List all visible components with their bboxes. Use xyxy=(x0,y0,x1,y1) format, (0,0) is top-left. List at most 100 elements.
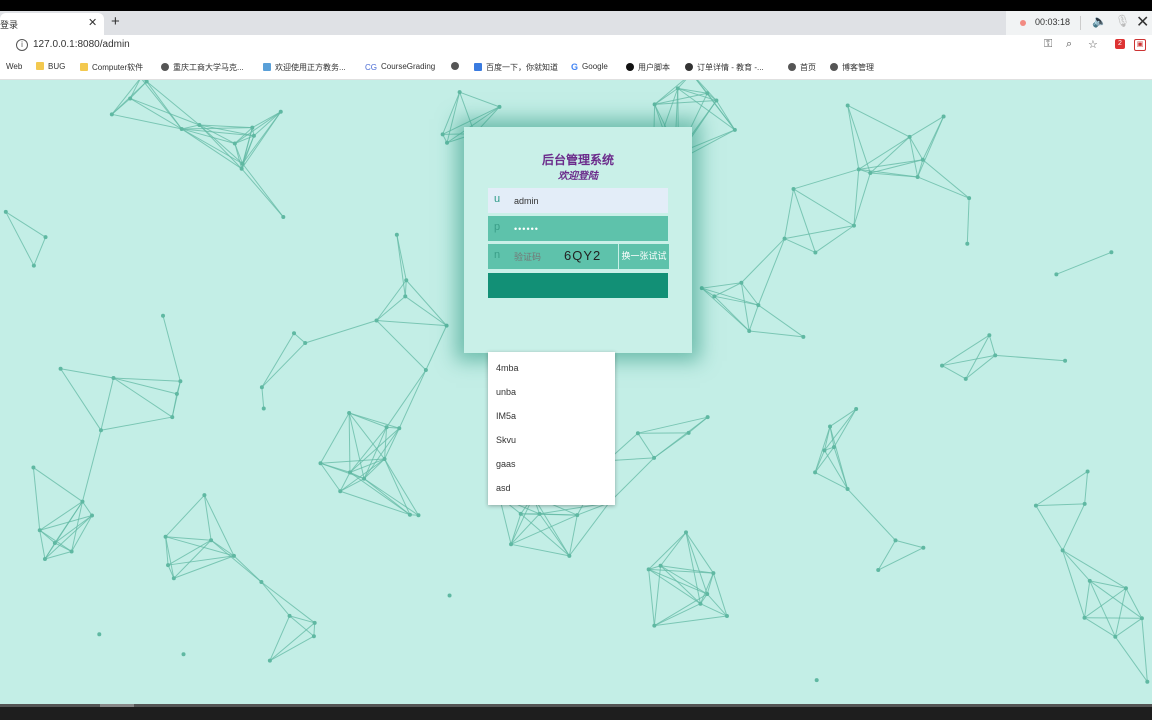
tab-strip: 登录 ✕ + 00:03:18 🔈 🎙 ✕ xyxy=(0,11,1152,35)
bookmark-ctbu[interactable]: 重庆工商大学马克... xyxy=(161,62,244,73)
network-line xyxy=(784,188,795,239)
extension-badge-icon[interactable]: 2 xyxy=(1115,39,1125,49)
captcha-image[interactable]: 6QY2 xyxy=(564,248,601,263)
bookmark-web[interactable]: Web xyxy=(6,62,22,71)
microphone-icon[interactable]: 🎙 xyxy=(1115,14,1130,28)
network-node xyxy=(240,161,245,166)
network-node xyxy=(1113,634,1118,639)
captcha-refresh-button[interactable]: 换一张试试 xyxy=(618,244,669,269)
network-line xyxy=(376,320,427,371)
network-line xyxy=(648,532,687,570)
star-icon[interactable]: ☆ xyxy=(1088,38,1098,51)
network-line xyxy=(922,159,970,199)
network-line xyxy=(363,427,388,479)
network-line xyxy=(712,572,728,617)
network-line xyxy=(260,581,290,617)
bookmark-order[interactable]: 订单详情 - 教育 -... xyxy=(685,62,764,73)
network-node xyxy=(967,196,972,201)
network-node xyxy=(287,613,292,618)
globe-icon xyxy=(788,63,796,71)
progress-thumb[interactable] xyxy=(100,704,134,707)
close-icon[interactable]: ✕ xyxy=(1136,12,1149,32)
autocomplete-item[interactable]: Skvu xyxy=(496,435,516,445)
zoom-icon[interactable]: ⌕ xyxy=(1066,38,1072,51)
network-node xyxy=(278,109,283,114)
bookmark-bug[interactable]: BUG xyxy=(36,62,65,71)
network-line xyxy=(714,295,759,306)
network-line xyxy=(111,98,131,115)
captcha-icon: n xyxy=(494,249,501,261)
record-icon[interactable] xyxy=(1020,20,1026,26)
password-input[interactable] xyxy=(514,216,664,241)
network-node xyxy=(444,323,449,328)
autocomplete-item[interactable]: 4mba xyxy=(496,363,519,373)
network-node xyxy=(756,303,761,308)
bookmark-blog-admin[interactable]: 博客管理 xyxy=(830,62,874,73)
network-node xyxy=(69,549,74,554)
bookmark-computer[interactable]: Computer软件 xyxy=(80,62,143,73)
key-icon[interactable]: ⚿ xyxy=(1044,38,1052,51)
network-node xyxy=(915,174,920,179)
autocomplete-item[interactable]: IM5a xyxy=(496,411,516,421)
info-icon[interactable]: i xyxy=(16,39,28,51)
tab-title: 登录 xyxy=(0,20,19,30)
network-node xyxy=(537,511,542,516)
network-line xyxy=(165,536,175,579)
network-line xyxy=(858,136,910,170)
network-node xyxy=(705,91,710,96)
network-node xyxy=(447,593,452,598)
captcha-field[interactable]: n 6QY2 xyxy=(488,244,618,269)
network-line xyxy=(701,287,759,306)
network-node xyxy=(261,406,266,411)
bookmark-baidu[interactable]: 百度一下，你就知道 xyxy=(474,62,558,73)
bookmark-userscript[interactable]: 用户脚本 xyxy=(626,62,670,73)
network-line xyxy=(242,163,284,218)
username-field[interactable]: u xyxy=(488,188,668,213)
autocomplete-item[interactable]: asd xyxy=(496,483,511,493)
new-tab-icon[interactable]: + xyxy=(111,13,120,30)
network-node xyxy=(1085,469,1090,474)
network-node xyxy=(403,294,408,299)
login-button[interactable] xyxy=(488,273,668,298)
network-node xyxy=(987,333,992,338)
network-line xyxy=(1115,617,1143,638)
network-line xyxy=(33,236,46,266)
bookmark-google[interactable]: G Google xyxy=(571,62,608,72)
speaker-icon[interactable]: 🔈 xyxy=(1092,14,1107,28)
network-node xyxy=(166,563,171,568)
password-field[interactable]: p xyxy=(488,216,668,241)
network-line xyxy=(829,408,857,427)
network-node xyxy=(813,250,818,255)
network-line xyxy=(233,555,262,583)
network-node xyxy=(384,425,389,430)
network-line xyxy=(293,332,306,344)
url-field[interactable]: 127.0.0.1:8080/admin xyxy=(33,39,130,50)
network-line xyxy=(82,501,93,516)
browser-tab[interactable]: 登录 ✕ xyxy=(0,13,104,35)
network-node xyxy=(407,512,412,517)
network-line xyxy=(261,387,265,409)
network-node xyxy=(161,313,166,318)
extension-icon[interactable]: ▣ xyxy=(1134,39,1146,51)
captcha-input[interactable] xyxy=(514,244,564,269)
autocomplete-item[interactable]: gaas xyxy=(496,459,516,469)
bookmark-jiaowu[interactable]: 欢迎使用正方教务... xyxy=(263,62,346,73)
network-line xyxy=(165,494,205,538)
network-node xyxy=(698,601,703,606)
network-line xyxy=(1114,588,1127,637)
network-line xyxy=(54,515,93,544)
bookmark-home[interactable]: 首页 xyxy=(788,62,816,73)
network-node xyxy=(920,157,925,162)
network-node xyxy=(312,620,317,625)
network-node xyxy=(37,528,42,533)
network-node xyxy=(58,366,63,371)
username-input[interactable] xyxy=(514,188,664,213)
autocomplete-item[interactable]: unba xyxy=(496,387,516,397)
bookmark-coursegrading[interactable]: CG CourseGrading xyxy=(365,62,435,72)
bookmark-globe[interactable] xyxy=(451,62,463,71)
network-line xyxy=(660,532,687,567)
recorder-divider xyxy=(1080,16,1081,30)
network-node xyxy=(699,286,704,291)
network-node xyxy=(362,476,367,481)
tab-close-icon[interactable]: ✕ xyxy=(88,16,97,29)
